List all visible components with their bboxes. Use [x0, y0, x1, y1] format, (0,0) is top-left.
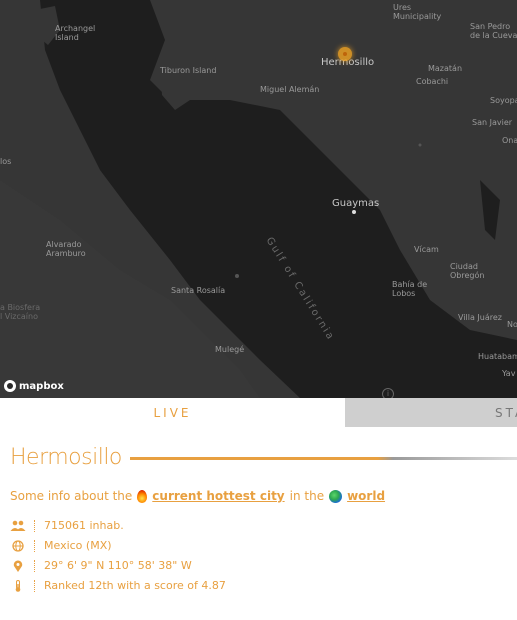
place-biosphere-reserve: a Biosfera l Vizcaíno	[0, 303, 41, 321]
place-guaymas: Guaymas	[332, 198, 380, 209]
fire-icon	[137, 489, 148, 503]
mapbox-label: mapbox	[19, 380, 64, 392]
place-huatabampo: Huatabampo	[478, 352, 517, 361]
coordinates-value: 29° 6' 9" N 110° 58' 38" W	[44, 559, 192, 572]
population-value: 715061 inhab.	[44, 519, 124, 532]
map-terrain	[0, 0, 517, 398]
place-bahia-de-lobos: Bahía de Lobos	[392, 280, 428, 298]
rank-value: Ranked 12th with a score of 4.87	[44, 579, 226, 592]
stat-rank: Ranked 12th with a score of 4.87	[10, 579, 226, 592]
globe-icon	[329, 489, 343, 503]
thermometer-icon	[10, 579, 26, 592]
place-ciudad-obregon: Ciudad Obregón	[450, 262, 485, 280]
place-ures: Ures Municipality	[393, 3, 442, 21]
stat-country: Mexico (MX)	[10, 539, 112, 552]
place-santa-rosalia: Santa Rosalía	[171, 286, 226, 295]
tab-live[interactable]: LIVE	[0, 398, 345, 427]
place-vicam: Vícam	[414, 245, 439, 254]
place-san-javier: San Javier	[472, 118, 513, 127]
map-pin-icon	[10, 560, 26, 572]
place-no: No	[507, 320, 517, 329]
heat-progress-bar	[130, 457, 517, 460]
tab-stats[interactable]: STATS	[345, 398, 517, 427]
place-mazatan: Mazatán	[428, 64, 463, 73]
users-icon	[10, 520, 26, 532]
map-info-icon[interactable]: i	[382, 388, 394, 398]
tab-bar: LIVE STATS	[0, 398, 517, 427]
place-archangel-island: Archangel Island	[55, 24, 96, 42]
place-cobachi: Cobachi	[416, 77, 449, 86]
stat-separator	[26, 559, 35, 572]
place-alvarado-aramburo: Alvarado Aramburo	[46, 240, 86, 258]
intro-prefix: Some info about the	[10, 489, 133, 503]
place-miguel-aleman: Miguel Alemán	[260, 85, 320, 94]
stat-separator	[26, 579, 35, 592]
stat-separator	[26, 519, 35, 532]
place-yav: Yav	[502, 369, 516, 378]
mapbox-icon	[4, 380, 16, 392]
place-los: los	[0, 157, 12, 166]
stat-coordinates: 29° 6' 9" N 110° 58' 38" W	[10, 559, 192, 572]
place-onavas: Onav	[502, 136, 517, 145]
map-view[interactable]: Archangel Island Ures Municipality San Ped…	[0, 0, 517, 398]
intro-middle: in the	[289, 489, 325, 503]
hottest-city-link[interactable]: current hottest city	[152, 489, 284, 503]
world-link[interactable]: world	[347, 489, 385, 503]
hottest-city-marker[interactable]	[338, 47, 352, 61]
place-villa-juarez: Villa Juárez	[458, 313, 502, 322]
place-tiburon-island: Tiburon Island	[160, 66, 217, 75]
mapbox-logo[interactable]: mapbox	[4, 380, 64, 392]
stat-population: 715061 inhab.	[10, 519, 124, 532]
stat-separator	[26, 539, 35, 552]
intro-line: Some info about the current hottest city…	[10, 489, 385, 503]
place-san-pedro: San Pedro de la Cueva	[470, 22, 517, 40]
place-soyopa: Soyopa	[490, 96, 517, 105]
country-value: Mexico (MX)	[44, 539, 112, 552]
guaymas-dot	[352, 210, 356, 214]
city-title: Hermosillo	[10, 445, 122, 470]
place-mulege: Mulegé	[215, 345, 245, 354]
globe-outline-icon	[10, 539, 26, 552]
